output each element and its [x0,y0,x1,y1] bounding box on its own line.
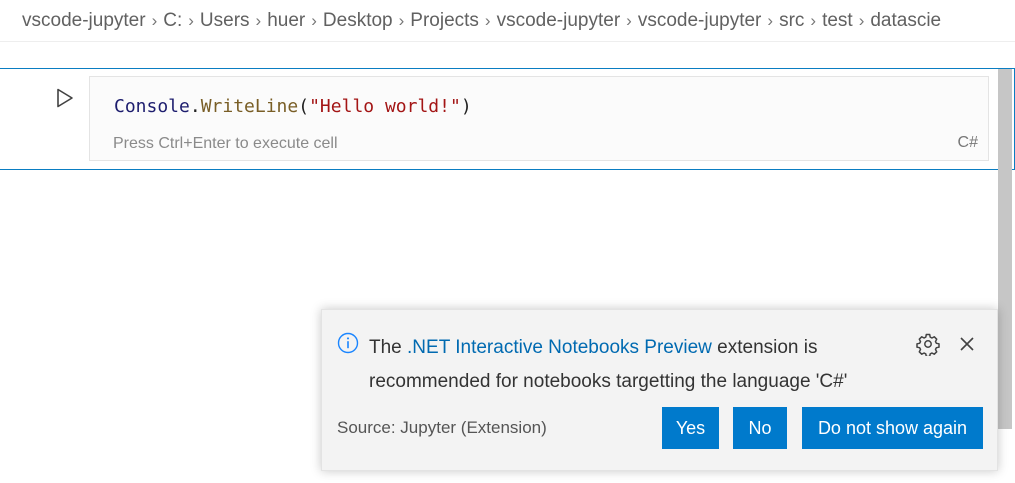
chevron-right-icon: › [255,10,262,30]
breadcrumb-item[interactable]: src [779,10,804,32]
breadcrumb-item[interactable]: test [822,10,853,32]
no-button[interactable]: No [733,407,787,449]
execute-hint: Press Ctrl+Enter to execute cell [113,135,338,152]
vertical-scrollbar[interactable] [998,69,1012,429]
chevron-right-icon: › [767,10,774,30]
extension-link[interactable]: .NET Interactive Notebooks Preview [407,337,712,358]
notification-source: Source: Jupyter (Extension) [337,418,547,437]
breadcrumb-item[interactable]: Projects [410,10,479,32]
code-paren-token: ) [460,96,472,117]
code-line[interactable]: Console.WriteLine("Hello world!") [114,96,472,117]
close-icon[interactable] [955,332,979,356]
chevron-right-icon: › [810,10,817,30]
chevron-right-icon: › [626,10,632,30]
code-paren-token: ( [298,96,310,117]
breadcrumb-item[interactable]: vscode-jupyter [497,10,621,32]
code-string-token: "Hello world!" [309,96,461,117]
breadcrumb: vscode-jupyter › C: › Users › huer › Des… [0,0,1015,42]
cell-editor[interactable]: Console.WriteLine("Hello world!") Press … [89,76,989,161]
gear-icon[interactable] [916,332,940,356]
chevron-right-icon: › [484,10,491,30]
run-cell-button[interactable] [53,86,77,110]
play-icon [57,88,73,108]
info-icon [337,332,359,354]
cell-language-picker[interactable]: C# [958,134,978,152]
message-prefix: The [369,337,408,358]
breadcrumb-item[interactable]: vscode-jupyter [22,10,146,32]
do-not-show-again-button[interactable]: Do not show again [802,407,983,449]
extension-recommendation-notification: The .NET Interactive Notebooks Preview e… [321,309,998,471]
breadcrumb-item[interactable]: datascie [870,10,941,32]
breadcrumb-item[interactable]: Users [200,10,250,32]
chevron-right-icon: › [311,10,317,30]
notification-message: The .NET Interactive Notebooks Preview e… [369,331,849,399]
breadcrumb-item[interactable]: vscode-jupyter [638,10,762,32]
breadcrumb-item[interactable]: Desktop [323,10,393,32]
breadcrumb-item[interactable]: huer [267,10,305,32]
chevron-right-icon: › [188,10,194,30]
breadcrumb-item[interactable]: C: [163,10,182,32]
chevron-right-icon: › [151,10,158,30]
yes-button[interactable]: Yes [662,407,719,449]
code-dot-token: . [189,96,201,117]
code-class-token: Console [114,96,190,117]
chevron-right-icon: › [398,10,405,30]
code-method-token: WriteLine [200,96,299,117]
chevron-right-icon: › [858,10,865,30]
code-cell[interactable]: Console.WriteLine("Hello world!") Press … [0,68,1015,170]
